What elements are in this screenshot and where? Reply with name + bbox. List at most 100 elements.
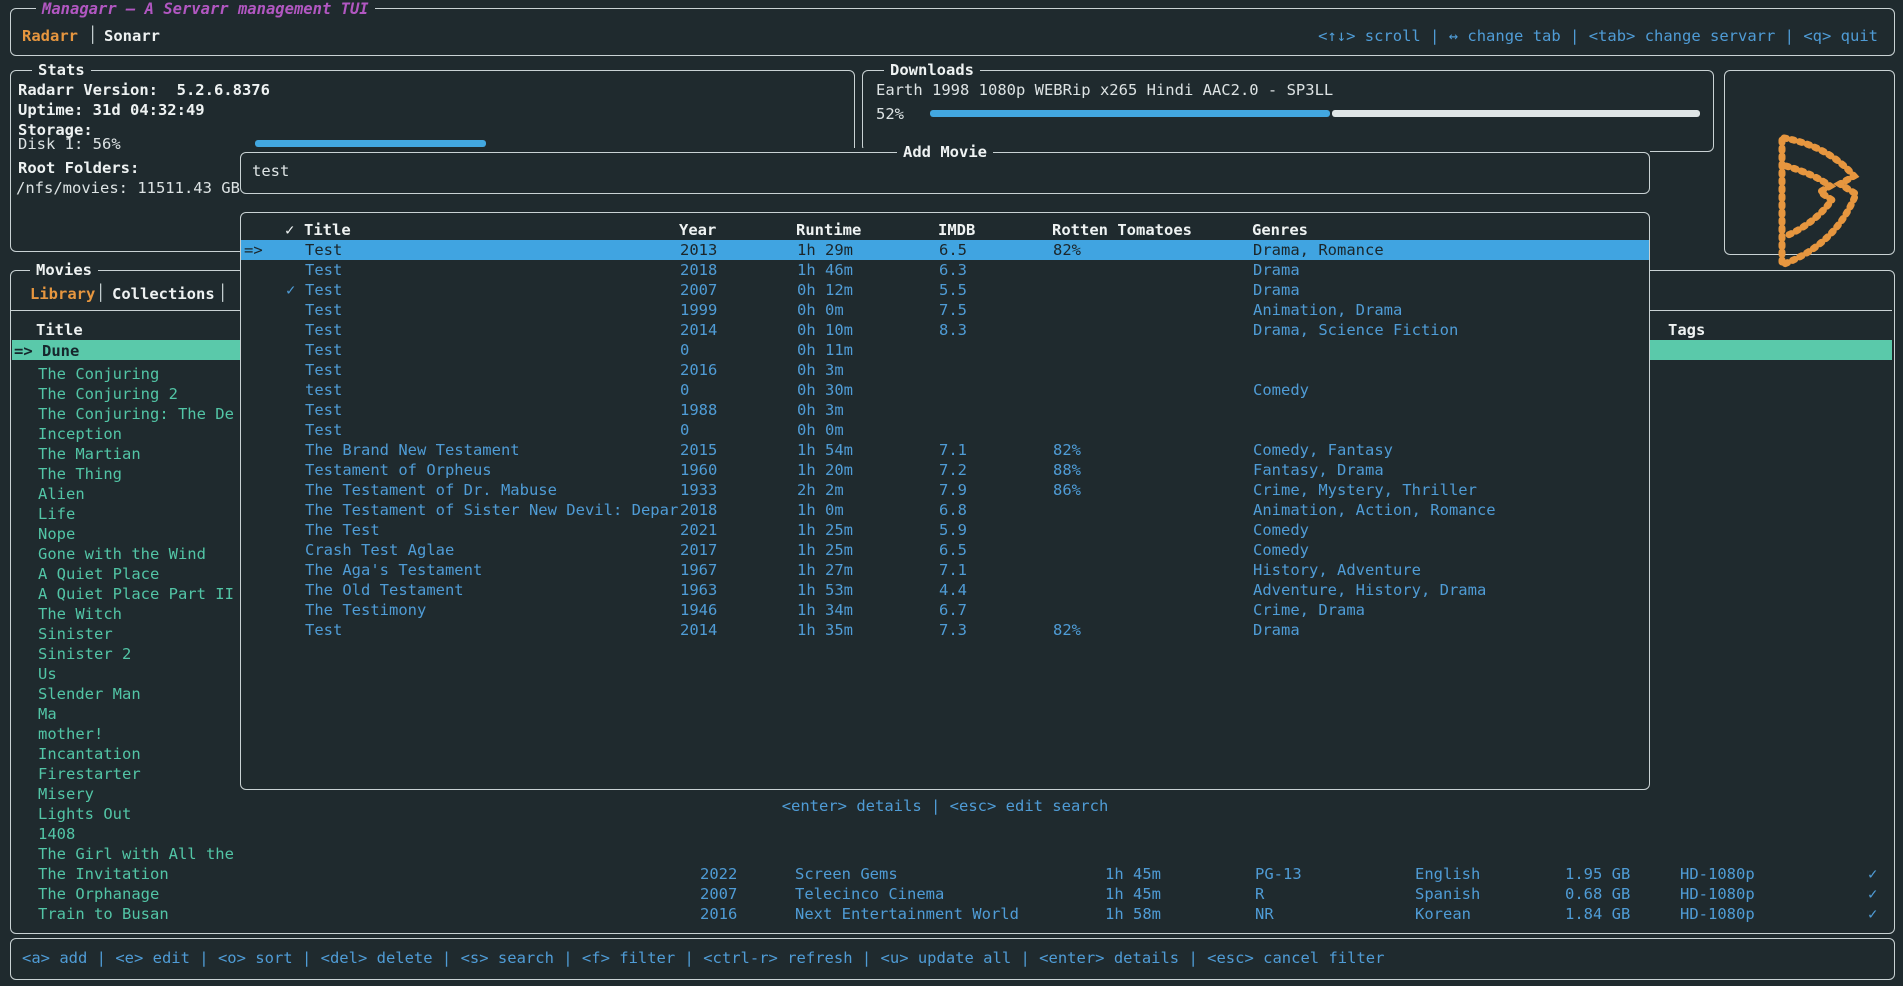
library-list-item[interactable]: The Conjuring: The De: [38, 404, 234, 424]
result-cell-year: 2018: [680, 500, 717, 520]
results-row[interactable]: The Testament of Dr. Mabuse19332h 2m7.98…: [241, 480, 1649, 500]
monitored-checkmark-icon: ✓: [1868, 884, 1877, 904]
monitored-checkmark-icon: ✓: [1868, 904, 1877, 924]
results-header-rt: Rotten Tomatoes: [1052, 220, 1192, 240]
library-list-item[interactable]: The Conjuring: [38, 364, 159, 384]
tab-collections[interactable]: Collections: [112, 284, 215, 304]
results-row[interactable]: The Testimony19461h 34m6.7Crime, Drama: [241, 600, 1649, 620]
results-row[interactable]: ✓Test20070h 12m5.5Drama: [241, 280, 1649, 300]
result-cell-runtime: 0h 0m: [797, 300, 844, 320]
checkmark-header-icon: ✓: [285, 220, 294, 240]
results-row[interactable]: Test20141h 35m7.382%Drama: [241, 620, 1649, 640]
result-cell-imdb: 8.3: [939, 320, 967, 340]
results-row[interactable]: Test20160h 3m: [241, 360, 1649, 380]
result-cell-rt: 82%: [1053, 440, 1081, 460]
result-cell-imdb: 6.5: [939, 540, 967, 560]
library-list-item[interactable]: Gone with the Wind: [38, 544, 206, 564]
cell-size: 1.84 GB: [1565, 904, 1630, 924]
results-row[interactable]: Test20140h 10m8.3Drama, Science Fiction: [241, 320, 1649, 340]
library-list-item[interactable]: Sinister: [38, 624, 113, 644]
cell-quality: HD-1080p: [1680, 864, 1755, 884]
cell-quality: HD-1080p: [1680, 904, 1755, 924]
result-cell-title: The Testament of Dr. Mabuse: [305, 480, 557, 500]
results-row[interactable]: Test20181h 46m6.3Drama: [241, 260, 1649, 280]
library-list-item[interactable]: A Quiet Place: [38, 564, 159, 584]
library-table-row[interactable]: 2022Screen Gems1h 45mPG-13English1.95 GB…: [0, 864, 1903, 884]
results-row[interactable]: Test19880h 3m: [241, 400, 1649, 420]
add-movie-search-input[interactable]: test: [252, 161, 289, 181]
result-cell-imdb: 6.8: [939, 500, 967, 520]
result-cell-runtime: 1h 53m: [797, 580, 853, 600]
library-list-item[interactable]: mother!: [38, 724, 103, 744]
result-cell-year: 2021: [680, 520, 717, 540]
library-table-row[interactable]: 2016Next Entertainment World1h 58mNRKore…: [0, 904, 1903, 924]
tab-sonarr[interactable]: Sonarr: [104, 26, 160, 46]
result-cell-genres: Adventure, History, Drama: [1253, 580, 1486, 600]
cell-runtime: 1h 45m: [1105, 884, 1161, 904]
library-list-item[interactable]: A Quiet Place Part II: [38, 584, 234, 604]
cell-size: 1.95 GB: [1565, 864, 1630, 884]
tab-radarr[interactable]: Radarr: [22, 26, 78, 46]
header-tab-separator: │: [88, 25, 97, 45]
cell-quality: HD-1080p: [1680, 884, 1755, 904]
library-list-item[interactable]: The Martian: [38, 444, 141, 464]
library-list-item[interactable]: Us: [38, 664, 57, 684]
result-cell-title: Test: [305, 260, 342, 280]
result-cell-title: Test: [305, 340, 342, 360]
library-list-item[interactable]: Misery: [38, 784, 94, 804]
result-cell-rt: 82%: [1053, 240, 1081, 260]
results-header-runtime: Runtime: [796, 220, 861, 240]
result-cell-title: Test: [305, 360, 342, 380]
monitored-checkmark-icon: ✓: [1868, 864, 1877, 884]
results-row[interactable]: test00h 30mComedy: [241, 380, 1649, 400]
library-list-item[interactable]: Life: [38, 504, 75, 524]
library-list-item[interactable]: Firestarter: [38, 764, 141, 784]
result-cell-year: 1963: [680, 580, 717, 600]
results-header-year: Year: [679, 220, 716, 240]
result-cell-runtime: 0h 11m: [797, 340, 853, 360]
result-cell-year: 1960: [680, 460, 717, 480]
results-header-title: Title: [304, 220, 351, 240]
results-row[interactable]: Test00h 0m: [241, 420, 1649, 440]
results-row-selected[interactable]: =>Test20131h 29m6.582%Drama, Romance: [241, 240, 1649, 260]
results-row[interactable]: The Test20211h 25m5.9Comedy: [241, 520, 1649, 540]
result-cell-genres: Fantasy, Drama: [1253, 460, 1384, 480]
result-cell-title: The Old Testament: [305, 580, 464, 600]
download-progressbar: [930, 110, 1330, 117]
result-cell-year: 0: [680, 420, 689, 440]
add-movie-popup: Add Movie test ✓TitleYearRuntimeIMDBRott…: [240, 148, 1650, 862]
result-cell-runtime: 1h 35m: [797, 620, 853, 640]
library-list-item[interactable]: The Thing: [38, 464, 122, 484]
cell-certification: R: [1255, 884, 1264, 904]
library-list-item[interactable]: 1408: [38, 824, 75, 844]
library-list-item[interactable]: The Witch: [38, 604, 122, 624]
results-row[interactable]: The Testament of Sister New Devil: Depar…: [241, 500, 1649, 520]
library-list-item[interactable]: Inception: [38, 424, 122, 444]
library-list-item[interactable]: The Conjuring 2: [38, 384, 178, 404]
results-row[interactable]: Testament of Orpheus19601h 20m7.288%Fant…: [241, 460, 1649, 480]
library-table-row[interactable]: 2007Telecinco Cinema1h 45mRSpanish0.68 G…: [0, 884, 1903, 904]
results-row[interactable]: The Aga's Testament19671h 27m7.1History,…: [241, 560, 1649, 580]
library-list-item[interactable]: Nope: [38, 524, 75, 544]
tab-library[interactable]: Library: [30, 284, 95, 304]
results-row[interactable]: Test19990h 0m7.5Animation, Drama: [241, 300, 1649, 320]
library-list-item[interactable]: Alien: [38, 484, 85, 504]
result-cell-title: Test: [305, 300, 342, 320]
result-cell-year: 1999: [680, 300, 717, 320]
results-header-row: ✓TitleYearRuntimeIMDBRotten TomatoesGenr…: [240, 220, 1648, 240]
results-header-imdb: IMDB: [938, 220, 975, 240]
library-list-item[interactable]: The Girl with All the: [38, 844, 234, 864]
library-list-item[interactable]: Lights Out: [38, 804, 131, 824]
library-list-item[interactable]: Ma: [38, 704, 57, 724]
library-list-item[interactable]: Sinister 2: [38, 644, 131, 664]
result-cell-runtime: 1h 25m: [797, 520, 853, 540]
results-row[interactable]: Crash Test Aglae20171h 25m6.5Comedy: [241, 540, 1649, 560]
library-list-item[interactable]: Slender Man: [38, 684, 141, 704]
results-row[interactable]: Test 0 0h 11m: [241, 340, 1649, 360]
result-cell-runtime: 0h 3m: [797, 400, 844, 420]
results-row[interactable]: The Brand New Testament20151h 54m7.182%C…: [241, 440, 1649, 460]
result-cell-year: 1988: [680, 400, 717, 420]
library-list-item[interactable]: Incantation: [38, 744, 141, 764]
result-cell-year: 0: [680, 340, 689, 360]
results-row[interactable]: The Old Testament19631h 53m4.4Adventure,…: [241, 580, 1649, 600]
